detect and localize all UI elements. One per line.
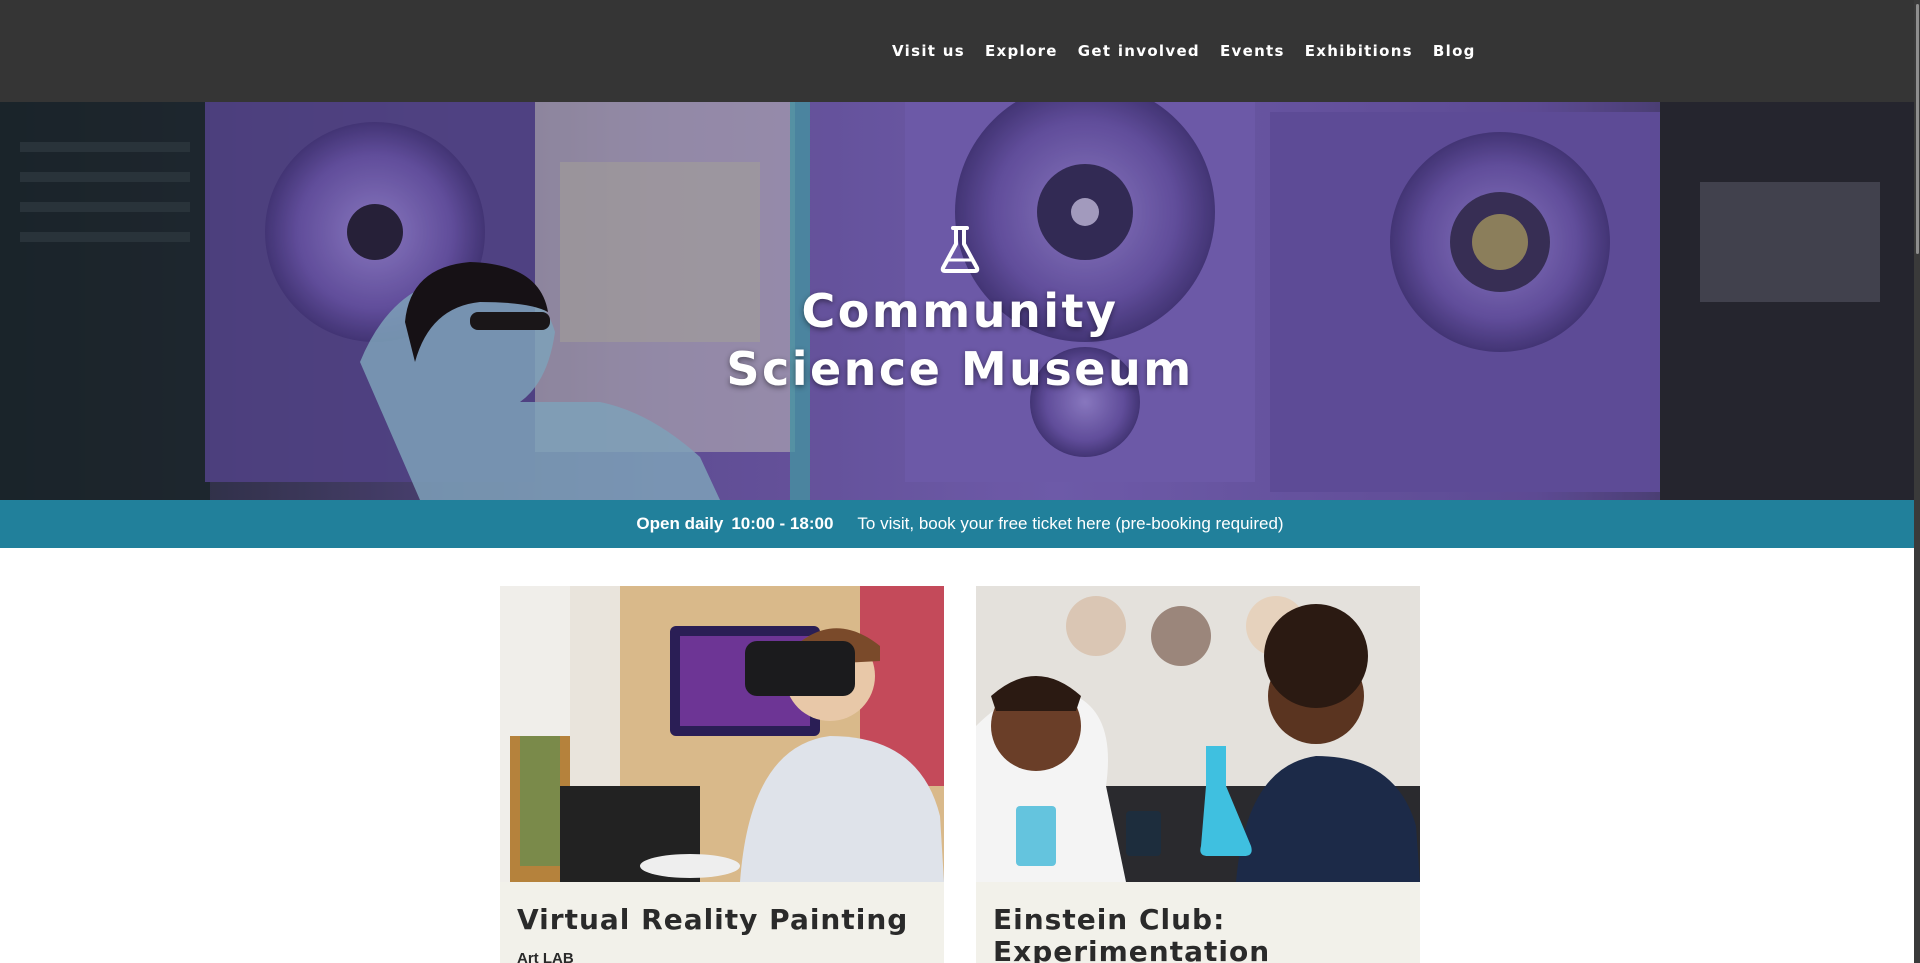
hero-banner: Community Science Museum — [0, 102, 1920, 500]
title-line-2: Science Museum — [726, 342, 1194, 396]
hours-value: 10:00 - 18:00 — [731, 514, 834, 533]
nav-blog[interactable]: Blog — [1433, 42, 1476, 60]
main-nav: Visit us Explore Get involved Events Exh… — [892, 38, 1496, 64]
card-title: Einstein Club: Experimentation — [993, 903, 1271, 963]
page-title: Community Science Museum — [660, 282, 1260, 398]
top-navigation-bar: Visit us Explore Get involved Events Exh… — [0, 0, 1920, 102]
nav-visit-us[interactable]: Visit us — [892, 42, 965, 60]
hours-label: Open daily — [636, 514, 724, 533]
card-body: Virtual Reality Painting Art LAB — [500, 882, 944, 963]
card-title: Virtual Reality Painting — [517, 903, 909, 936]
title-line-1: Community — [801, 284, 1119, 338]
card-subtitle: Art LAB — [517, 950, 574, 963]
page-scrollbar[interactable] — [1914, 0, 1920, 963]
flask-icon — [940, 226, 980, 273]
book-ticket-link[interactable]: To visit, book your free ticket here (pr… — [857, 514, 1283, 534]
nav-get-involved[interactable]: Get involved — [1078, 42, 1200, 60]
card-body: Einstein Club: Experimentation — [976, 882, 1420, 963]
opening-info-bar: Open daily 10:00 - 18:00 To visit, book y… — [0, 500, 1920, 548]
nav-events[interactable]: Events — [1220, 42, 1285, 60]
event-card-vr-painting[interactable]: Virtual Reality Painting Art LAB — [500, 586, 944, 963]
scrollbar-thumb[interactable] — [1916, 4, 1919, 254]
event-card-einstein-club[interactable]: Einstein Club: Experimentation — [976, 586, 1420, 963]
nav-exhibitions[interactable]: Exhibitions — [1305, 42, 1413, 60]
einstein-club-image — [976, 586, 1420, 882]
hero-heading-group: Community Science Museum — [660, 222, 1260, 398]
opening-hours: Open daily 10:00 - 18:00 — [636, 514, 833, 534]
vr-painting-image — [500, 586, 944, 882]
nav-explore[interactable]: Explore — [985, 42, 1058, 60]
